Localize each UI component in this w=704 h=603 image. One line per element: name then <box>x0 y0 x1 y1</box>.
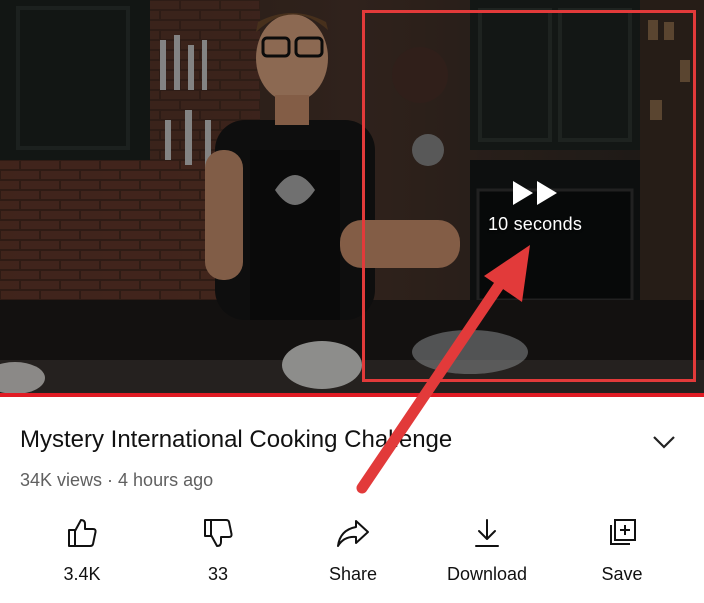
dislike-button[interactable]: 33 <box>163 512 273 585</box>
like-button[interactable]: 3.4K <box>27 512 137 585</box>
share-label: Share <box>328 564 378 584</box>
chevron-down-icon[interactable] <box>650 428 678 456</box>
dislike-count: 33 <box>207 564 229 584</box>
thumbs-down-icon <box>204 519 233 547</box>
download-icon <box>475 519 499 547</box>
progress-bar[interactable] <box>0 393 704 397</box>
action-bar: 3.4K 33 Share Download Save <box>0 512 704 596</box>
save-label: Save <box>601 564 643 584</box>
video-title: Mystery International Cooking Challenge <box>20 426 453 453</box>
like-count: 3.4K <box>63 564 101 584</box>
video-title-row[interactable]: Mystery International Cooking Challenge <box>20 424 684 460</box>
add-to-playlist-icon <box>610 519 636 545</box>
download-button[interactable]: Download <box>432 512 542 585</box>
video-meta: 34K views · 4 hours ago <box>20 470 214 490</box>
share-icon <box>337 520 369 547</box>
annotation-highlight-box <box>362 10 696 382</box>
thumbs-up-icon <box>68 519 97 547</box>
save-button[interactable]: Save <box>567 512 677 585</box>
share-button[interactable]: Share <box>298 512 408 585</box>
download-label: Download <box>446 564 528 584</box>
